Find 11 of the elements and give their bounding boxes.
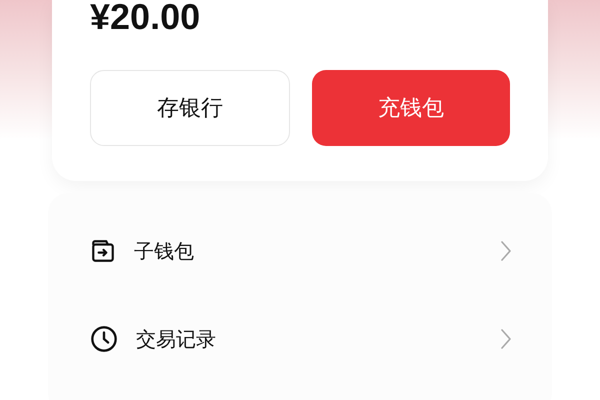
menu-label: 子钱包 [134,238,195,264]
chevron-icon [500,328,512,350]
deposit-button[interactable]: 存银行 [90,70,290,146]
chevron-icon [500,240,512,262]
balance-amount: ¥20.00 [90,0,200,36]
menu-label: 交易记录 [136,326,217,352]
wallet-icon [90,238,116,264]
menu-item[interactable]: 交易记录 [48,295,552,383]
recharge-button[interactable]: 充钱包 [312,70,510,146]
clock-icon [90,325,118,353]
menu-item[interactable]: 子钱包 [48,207,552,295]
